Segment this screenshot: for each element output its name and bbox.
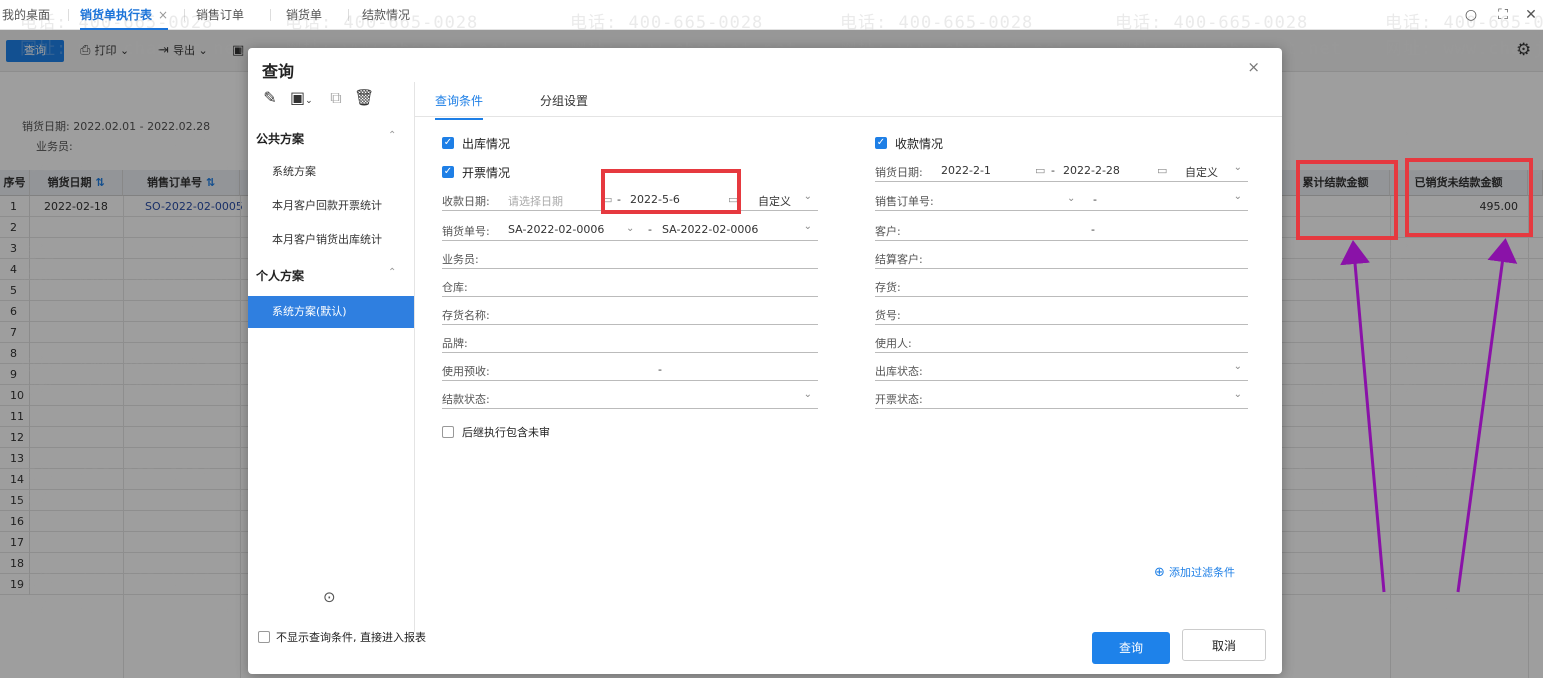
arrow-to-unpaid bbox=[1456, 238, 1518, 593]
arrow-to-cumulative-paid bbox=[1340, 240, 1386, 593]
annotation-arrows bbox=[1340, 238, 1518, 593]
